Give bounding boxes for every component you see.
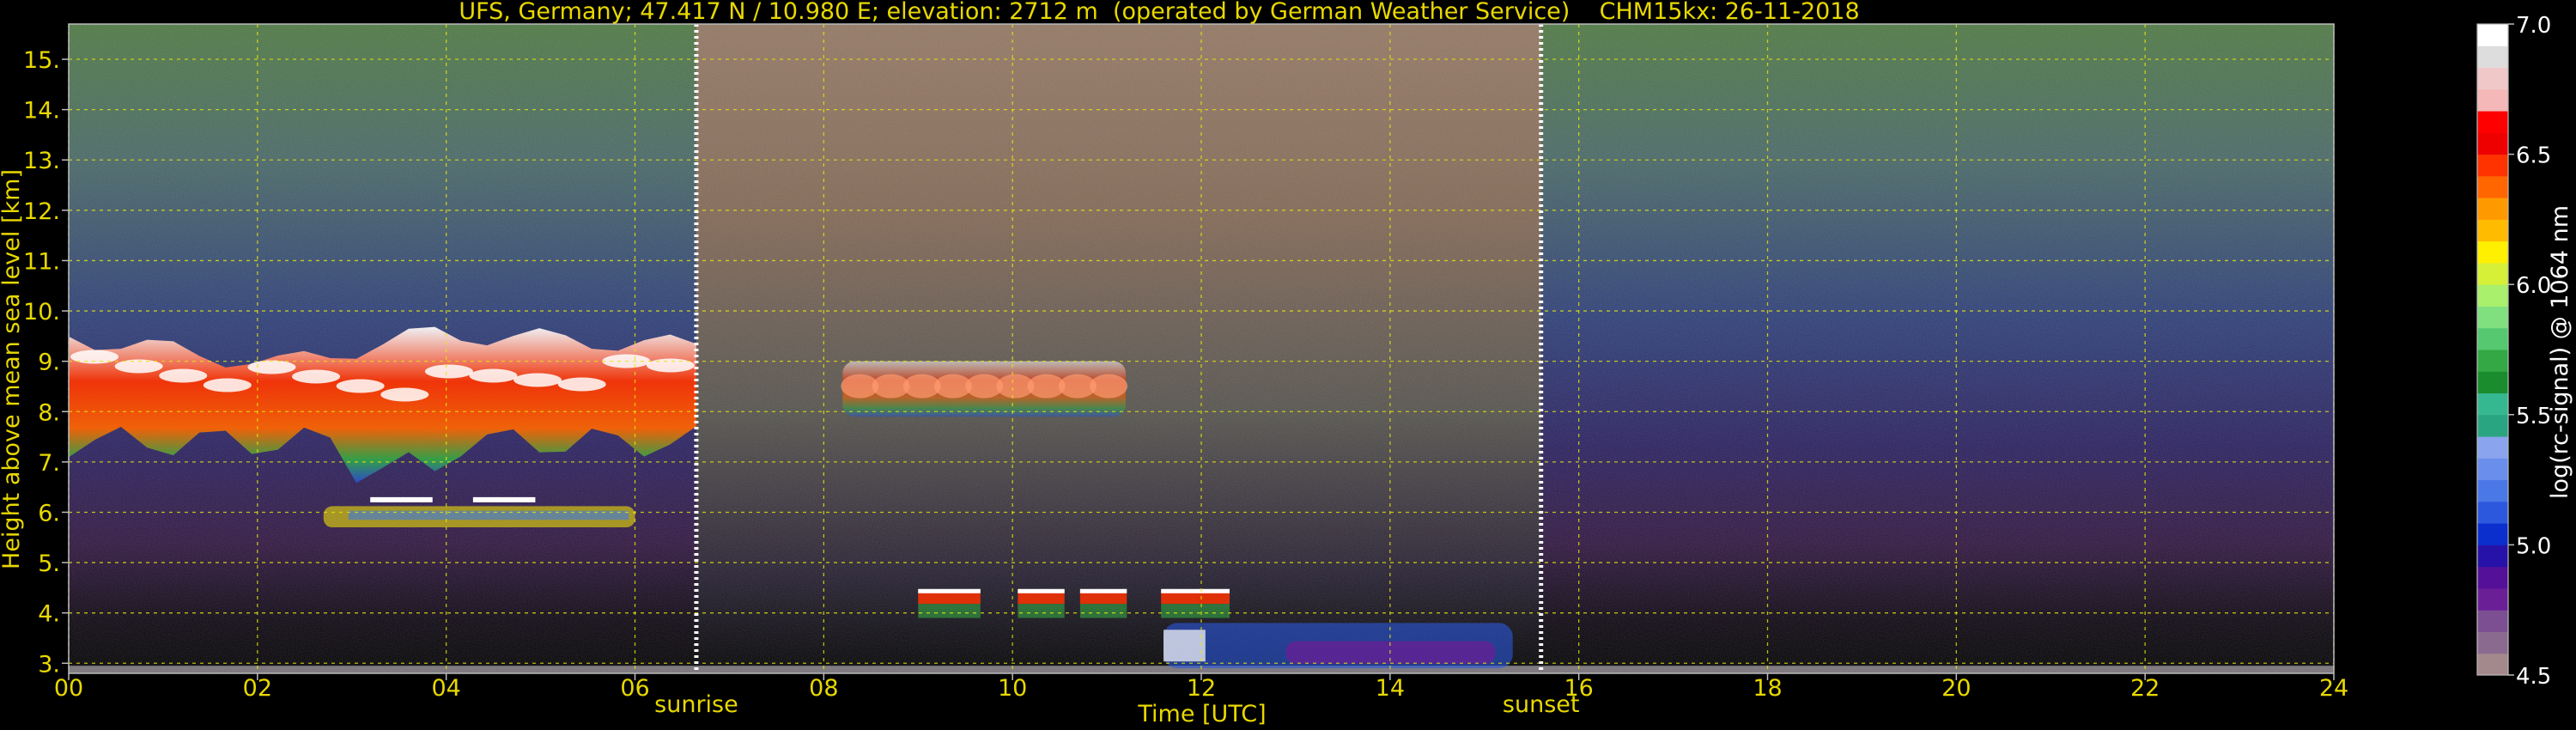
x-tick-label: 22 [2130, 675, 2160, 702]
colorbar-segment [2477, 392, 2508, 416]
colorbar-segment [2477, 46, 2508, 69]
cloud-top [1161, 588, 1230, 593]
y-tick-label: 6. [38, 500, 60, 526]
colorbar [2476, 23, 2509, 676]
colorbar-segment [2477, 350, 2508, 372]
colorbar-segment [2477, 219, 2508, 242]
marker-label-sunrise: sunrise [654, 691, 738, 718]
colorbar-segment [2477, 587, 2508, 611]
x-tick-label: 04 [431, 675, 460, 702]
cirrus-core [159, 368, 208, 383]
colorbar-segment [2477, 501, 2508, 524]
ceilometer-chart: sunrise sunset 00 02 04 06 08 10 12 14 16 18 20 22 24… [0, 0, 2573, 727]
y-tick-label: 11. [23, 248, 60, 275]
cloud-tail [918, 604, 981, 618]
cloud-top [918, 588, 981, 593]
colorbar-segment [2477, 436, 2508, 459]
cirrus-core [557, 377, 606, 392]
colorbar-segment [2477, 610, 2508, 632]
cloud-tail [1079, 604, 1127, 618]
x-tick-label: 00 [54, 675, 83, 702]
y-tick-label: 7. [38, 450, 60, 477]
colorbar-segment [2477, 262, 2508, 285]
y-tick-label: 15. [23, 47, 60, 74]
bl-edge [1163, 630, 1206, 662]
x-tick-label: 02 [243, 675, 272, 702]
colorbar-segment [2477, 523, 2508, 545]
colorbar-segment [2477, 414, 2508, 437]
feature-cirrus-mid [841, 361, 1128, 417]
cirrus-core [380, 387, 429, 402]
x-tick-label: 08 [809, 675, 838, 702]
cirrus-core [646, 358, 695, 373]
colorbar-ticks: 4.55.05.56.06.57.0 [2508, 13, 2551, 690]
cirrus-core [513, 373, 562, 387]
colorbar-label: log(rc-signal) @ 1064 nm [2547, 205, 2573, 499]
cloud-top [1018, 588, 1065, 593]
x-tick-label: 20 [1941, 675, 1971, 702]
colorbar-tick-label: 5.0 [2516, 533, 2551, 559]
colorbar-segment [2477, 653, 2508, 676]
cirrus-core [1090, 374, 1128, 398]
x-tick-label: 16 [1564, 675, 1593, 702]
feature-boundary-layer [1163, 623, 1513, 669]
colorbar-segment [2477, 544, 2508, 568]
colorbar-segment [2477, 198, 2508, 220]
y-axis-ticks: 3. 4. 5. 6. 7. 8. 9. 10. 11. 12. 13. 14. 15. [23, 47, 69, 678]
y-tick-label: 12. [23, 198, 60, 225]
x-tick-label: 24 [2319, 675, 2348, 702]
colorbar-segment [2477, 240, 2508, 264]
cirrus-core [469, 368, 518, 383]
x-tick-label: 12 [1187, 675, 1216, 702]
x-axis-ticks: 00 02 04 06 08 10 12 14 16 18 20 22 24 [54, 673, 2348, 702]
layer-top [472, 496, 536, 502]
cirrus-core [292, 369, 341, 384]
cloud-tail [1161, 604, 1230, 618]
y-tick-label: 9. [38, 350, 60, 376]
cirrus-core [247, 360, 296, 374]
x-tick-label: 14 [1376, 675, 1405, 702]
x-tick-label: 06 [620, 675, 649, 702]
colorbar-segment [2477, 371, 2508, 394]
x-tick-label: 18 [1753, 675, 1782, 702]
y-tick-label: 4. [38, 601, 60, 628]
y-tick-label: 14. [23, 98, 60, 125]
y-tick-label: 10. [23, 299, 60, 325]
colorbar-segment [2477, 479, 2508, 502]
colorbar-segment [2477, 327, 2508, 350]
colorbar-segment [2477, 566, 2508, 589]
colorbar-segment [2477, 67, 2508, 90]
cirrus-core [424, 364, 473, 379]
colorbar-segment [2477, 306, 2508, 329]
colorbar-segment [2477, 24, 2508, 46]
colorbar-segment [2477, 111, 2508, 133]
y-tick-label: 13. [23, 148, 60, 174]
layer-top [370, 496, 433, 502]
colorbar-segment [2477, 175, 2508, 198]
x-axis-label: Time [UTC] [1137, 701, 1266, 727]
colorbar-segment [2477, 284, 2508, 307]
colorbar-tick-label: 7.0 [2516, 13, 2551, 39]
colorbar-segment [2477, 132, 2508, 155]
cloud-tail [1018, 604, 1065, 618]
colorbar-segment [2477, 458, 2508, 481]
y-tick-label: 5. [38, 551, 60, 577]
colorbar-segment [2477, 631, 2508, 654]
y-tick-label: 3. [38, 651, 60, 678]
colorbar-tick-label: 6.5 [2516, 143, 2551, 169]
cirrus-core [336, 379, 385, 393]
colorbar-segment [2477, 88, 2508, 112]
cirrus-core [203, 378, 252, 392]
x-tick-label: 10 [998, 675, 1027, 702]
chart-title: UFS, Germany; 47.417 N / 10.980 E; eleva… [459, 0, 1859, 25]
colorbar-tick-label: 4.5 [2516, 664, 2551, 690]
y-axis-label: Height above mean sea level [km] [0, 169, 25, 569]
y-tick-label: 8. [38, 399, 60, 426]
colorbar-segment [2477, 154, 2508, 177]
cloud-top [1079, 588, 1127, 593]
